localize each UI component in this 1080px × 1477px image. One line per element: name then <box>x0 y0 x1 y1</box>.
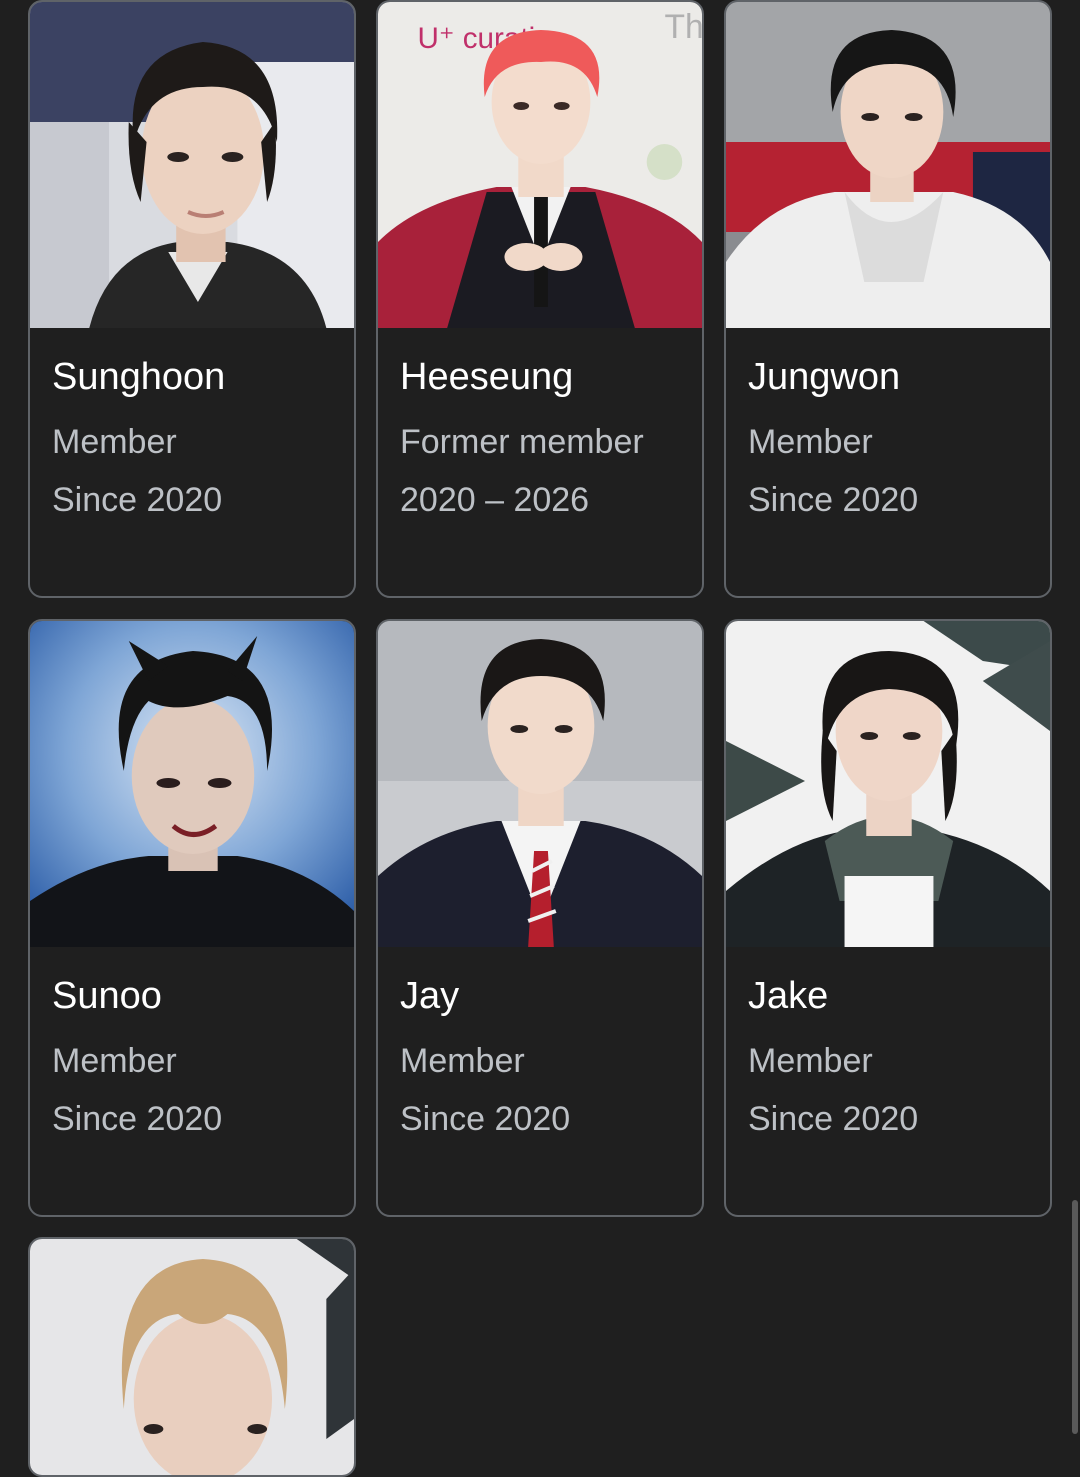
member-photo <box>30 621 354 947</box>
member-info: Sunoo Member Since 2020 <box>52 973 342 1139</box>
member-card-jay[interactable]: Jay Member Since 2020 <box>376 619 704 1217</box>
member-name: Jungwon <box>748 356 901 398</box>
member-name: Sunoo <box>52 975 162 1017</box>
member-name: Heeseung <box>400 356 574 398</box>
member-card-sunoo[interactable]: Sunoo Member Since 2020 <box>28 619 356 1217</box>
member-name: Jake <box>748 975 829 1017</box>
member-role: Member <box>748 423 873 461</box>
member-card-jake[interactable]: Jake Member Since 2020 <box>724 619 1052 1217</box>
member-info: Sunghoon Member Since 2020 <box>52 354 342 520</box>
member-photo <box>30 2 354 328</box>
photo-corner-text: Th <box>664 8 702 46</box>
member-info: Jungwon Member Since 2020 <box>748 354 1038 520</box>
scrollbar[interactable] <box>1072 1200 1078 1434</box>
member-photo <box>726 621 1050 947</box>
member-years: Since 2020 <box>52 1100 223 1138</box>
member-years: 2020 – 2026 <box>400 481 590 519</box>
member-name: Jay <box>400 975 460 1017</box>
member-role: Member <box>400 1042 525 1080</box>
member-card-heeseung[interactable]: U⁺ curative Th Heeseung Former member 20… <box>376 0 704 598</box>
member-name: Sunghoon <box>52 356 226 398</box>
member-info: Jay Member Since 2020 <box>400 973 690 1139</box>
member-photo <box>726 2 1050 328</box>
member-years: Since 2020 <box>748 481 919 519</box>
member-card-sunghoon[interactable]: Sunghoon Member Since 2020 <box>28 0 356 598</box>
member-years: Since 2020 <box>52 481 223 519</box>
member-info: Heeseung Former member 2020 – 2026 <box>400 354 690 520</box>
member-years: Since 2020 <box>748 1100 919 1138</box>
member-photo: U⁺ curative Th <box>378 2 702 328</box>
member-info: Jake Member Since 2020 <box>748 973 1038 1139</box>
member-role: Member <box>52 1042 177 1080</box>
member-role: Member <box>52 423 177 461</box>
member-role: Former member <box>400 423 644 461</box>
member-card-partial[interactable] <box>28 1237 356 1477</box>
member-photo <box>378 621 702 947</box>
member-role: Member <box>748 1042 873 1080</box>
member-years: Since 2020 <box>400 1100 571 1138</box>
member-card-jungwon[interactable]: Jungwon Member Since 2020 <box>724 0 1052 598</box>
member-photo <box>30 1239 354 1475</box>
